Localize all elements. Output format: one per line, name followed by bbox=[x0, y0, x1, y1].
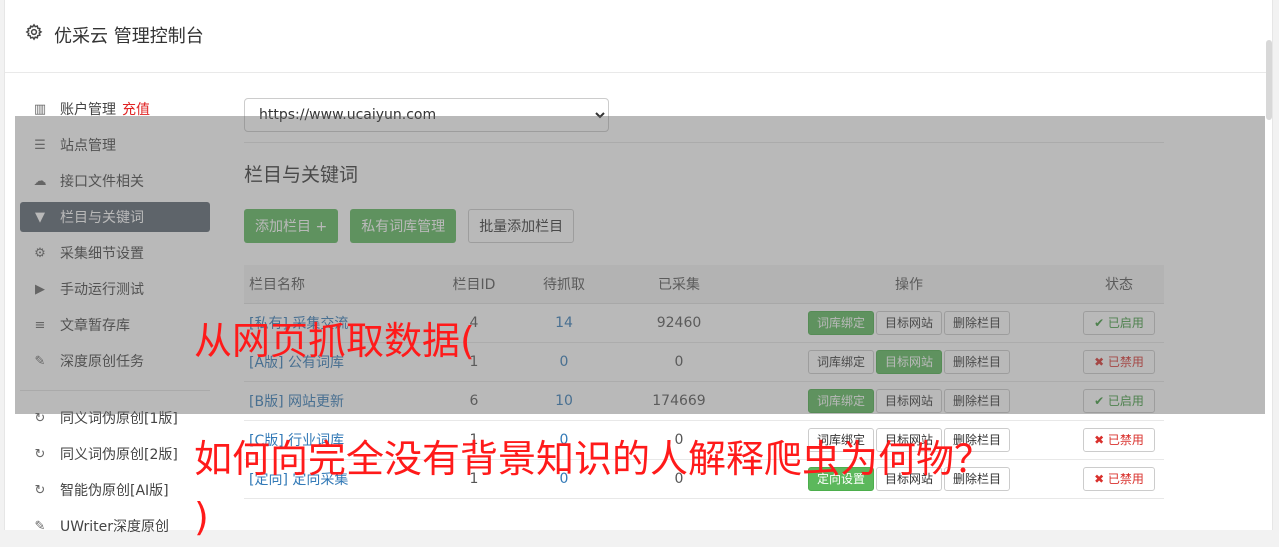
edit-icon: ✎ bbox=[34, 518, 46, 534]
status-toggle[interactable]: ✖ 已禁用 bbox=[1083, 466, 1155, 491]
sidebar-item-label: 同义词伪原创[2版] bbox=[60, 447, 178, 463]
sidebar-item[interactable]: ↻ 智能伪原创[AI版] bbox=[20, 475, 210, 505]
sidebar-item[interactable]: ✎ UWriter深度原创 bbox=[20, 511, 210, 541]
sidebar-item-label: UWriter深度原创 bbox=[60, 519, 169, 535]
watermark-line2: 如何向完全没有背景知识的人解释爬虫为何物？ bbox=[194, 437, 993, 481]
sidebar-item-label: 智能伪原创[AI版] bbox=[60, 483, 169, 499]
gray-overlay bbox=[15, 116, 1265, 414]
refresh-icon: ↻ bbox=[34, 482, 46, 498]
page-title: 优采云 管理控制台 bbox=[54, 26, 204, 47]
refresh-icon: ↻ bbox=[34, 446, 46, 462]
bar-chart-icon: ▥ bbox=[33, 101, 47, 117]
watermark-line1: 从网页抓取数据( bbox=[194, 319, 475, 363]
gear-icon bbox=[25, 23, 43, 41]
watermark-line3: ) bbox=[194, 495, 209, 539]
sidebar-item[interactable]: ↻ 同义词伪原创[2版] bbox=[20, 439, 210, 469]
scrollbar[interactable] bbox=[1266, 40, 1272, 120]
status-toggle[interactable]: ✖ 已禁用 bbox=[1083, 427, 1155, 452]
header: 优采云 管理控制台 bbox=[5, 0, 1272, 73]
